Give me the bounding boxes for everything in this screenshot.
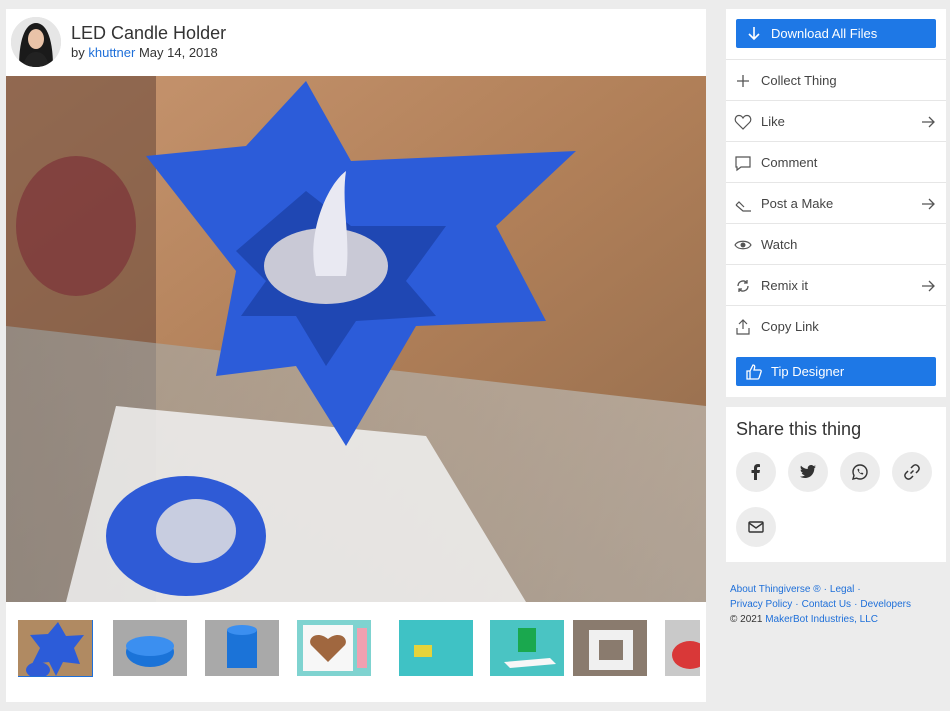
share-link-button[interactable] xyxy=(892,452,932,492)
thumbnail[interactable] xyxy=(205,620,279,676)
whatsapp-icon xyxy=(851,464,868,480)
footer-links: About Thingiverse ® · Legal · Privacy Polic… xyxy=(730,582,946,627)
eye-icon xyxy=(734,240,752,250)
author-link[interactable]: khuttner xyxy=(88,45,135,60)
like-label: Like xyxy=(761,114,785,129)
tip-designer-button[interactable]: Tip Designer xyxy=(736,357,936,386)
thumbnail[interactable] xyxy=(490,620,564,676)
thumbs-up-icon xyxy=(746,364,762,380)
twitter-icon xyxy=(800,465,816,478)
author-avatar[interactable] xyxy=(11,17,61,67)
share-title: Share this thing xyxy=(736,419,862,439)
privacy-link[interactable]: Privacy Policy xyxy=(730,599,792,610)
thing-card: LED Candle Holder by khuttner May 14, 20… xyxy=(6,9,706,702)
thumbnail[interactable] xyxy=(399,620,473,676)
separator: · xyxy=(857,584,861,595)
post-make-label: Post a Make xyxy=(761,196,834,211)
link-icon xyxy=(904,464,920,480)
about-link[interactable]: About Thingiverse ® xyxy=(730,584,821,595)
byline: by khuttner May 14, 2018 xyxy=(71,45,218,60)
share-email-button[interactable] xyxy=(736,507,776,547)
post-a-make-button[interactable]: Post a Make xyxy=(726,182,946,223)
watch-button[interactable]: Watch xyxy=(726,223,946,264)
thumbnail[interactable] xyxy=(665,620,700,676)
actions-panel: Download All Files Collect Thing Like Co… xyxy=(726,9,946,397)
email-icon xyxy=(748,521,764,533)
watch-label: Watch xyxy=(761,237,798,252)
remix-label: Remix it xyxy=(761,278,808,293)
share-whatsapp-button[interactable] xyxy=(840,452,880,492)
like-button[interactable]: Like xyxy=(726,100,946,141)
copy-link-button[interactable]: Copy Link xyxy=(726,305,946,346)
legal-link[interactable]: Legal xyxy=(830,584,854,595)
download-icon xyxy=(748,27,760,41)
thumbnail[interactable] xyxy=(113,620,187,676)
by-label: by xyxy=(71,45,85,60)
thumbnail[interactable] xyxy=(18,620,93,677)
copyright-text: © 2021 xyxy=(730,614,763,625)
heart-icon xyxy=(734,114,752,130)
company-link[interactable]: MakerBot Industries, LLC xyxy=(765,614,878,625)
facebook-icon xyxy=(751,464,760,480)
tip-label: Tip Designer xyxy=(771,364,845,379)
share-twitter-button[interactable] xyxy=(788,452,828,492)
plus-icon xyxy=(737,75,749,87)
publish-date: May 14, 2018 xyxy=(138,45,218,60)
thumbnail[interactable] xyxy=(297,620,371,676)
download-label: Download All Files xyxy=(771,26,878,41)
thing-title: LED Candle Holder xyxy=(71,23,227,43)
main-photo[interactable] xyxy=(6,76,706,602)
separator: · xyxy=(854,599,858,610)
separator: · xyxy=(795,599,799,610)
developers-link[interactable]: Developers xyxy=(860,599,911,610)
make-icon xyxy=(735,201,751,212)
arrow-right-icon xyxy=(922,116,935,128)
remix-it-button[interactable]: Remix it xyxy=(726,264,946,305)
thumbnail-strip xyxy=(18,620,700,680)
thing-header: LED Candle Holder by khuttner May 14, 20… xyxy=(6,9,706,75)
remix-icon xyxy=(737,280,749,292)
comment-button[interactable]: Comment xyxy=(726,141,946,182)
comment-icon xyxy=(735,156,751,172)
share-panel: Share this thing xyxy=(726,407,946,562)
share-upload-icon xyxy=(736,319,750,335)
share-facebook-button[interactable] xyxy=(736,452,776,492)
arrow-right-icon xyxy=(922,198,935,210)
download-all-files-button[interactable]: Download All Files xyxy=(736,19,936,48)
arrow-right-icon xyxy=(922,280,935,292)
comment-label: Comment xyxy=(761,155,818,170)
separator: · xyxy=(823,584,827,595)
collect-label: Collect Thing xyxy=(761,73,837,88)
thumbnail[interactable] xyxy=(573,620,647,676)
collect-thing-button[interactable]: Collect Thing xyxy=(726,59,946,100)
contact-link[interactable]: Contact Us xyxy=(802,599,851,610)
copy-link-label: Copy Link xyxy=(761,319,819,334)
